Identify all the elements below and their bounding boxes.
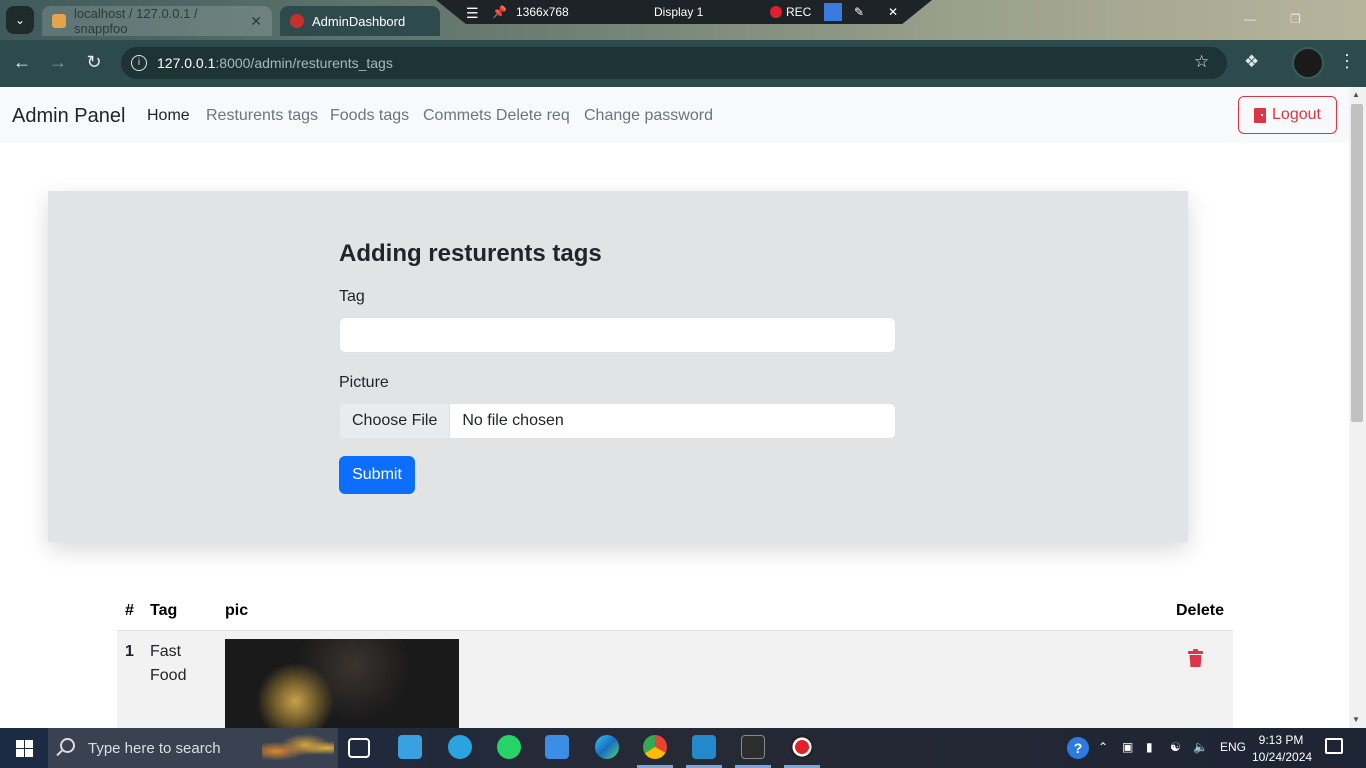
notifications-icon[interactable] [1325, 738, 1343, 754]
extensions-puzzle-icon[interactable]: ❖ [1244, 52, 1259, 72]
trash-icon[interactable] [1188, 649, 1203, 667]
record-button[interactable]: REC [770, 5, 811, 19]
logout-button[interactable]: Logout [1238, 96, 1337, 134]
logout-label: Logout [1272, 106, 1321, 123]
profile-avatar[interactable] [1292, 47, 1324, 79]
column-header-number: # [125, 602, 134, 619]
row-number: 1 [125, 643, 134, 660]
camera-icon[interactable] [824, 3, 842, 21]
table-header [117, 590, 1233, 631]
terminal-icon[interactable] [741, 735, 765, 759]
autumn-leaves-icon [262, 732, 334, 764]
close-icon[interactable]: ✕ [888, 5, 898, 19]
scrollbar-thumb[interactable] [1351, 104, 1363, 422]
add-tag-card [48, 191, 1188, 542]
windows-start-icon[interactable] [16, 740, 33, 757]
column-header-pic: pic [225, 602, 249, 619]
wifi-icon[interactable]: ☯ [1170, 740, 1181, 754]
site-info-icon[interactable]: i [131, 55, 147, 71]
choose-file-button[interactable]: Choose File [340, 404, 451, 438]
tab-admin-dashboard[interactable]: AdminDashbord [280, 6, 440, 36]
language-indicator[interactable]: ENG [1220, 740, 1246, 754]
pen-icon[interactable]: ✎ [854, 5, 864, 19]
pin-icon[interactable]: 📌 [492, 5, 507, 19]
nav-link-change-password[interactable]: Change password [584, 107, 713, 125]
navbar-brand[interactable]: Admin Panel [12, 105, 125, 128]
tab-search-button[interactable]: ⌄ [6, 6, 34, 34]
submit-button[interactable]: Submit [339, 456, 415, 494]
microsoft-store-icon[interactable] [545, 735, 569, 759]
whatsapp-icon[interactable] [497, 735, 521, 759]
chrome-icon[interactable] [643, 735, 667, 759]
picture-label: Picture [339, 374, 389, 391]
tab-label: AdminDashbord [312, 13, 406, 29]
file-manager-app-icon[interactable] [398, 735, 422, 759]
reload-icon[interactable]: ↻ [82, 52, 106, 73]
column-header-tag: Tag [150, 602, 178, 619]
door-exit-icon [1254, 107, 1267, 123]
vscode-icon[interactable] [692, 735, 716, 759]
search-icon [60, 738, 75, 753]
telegram-icon[interactable] [448, 735, 472, 759]
close-icon[interactable]: ✕ [250, 13, 262, 30]
menu-icon[interactable]: ☰ [466, 5, 479, 22]
more-options-icon[interactable]: ⋮ [1338, 51, 1356, 72]
minimize-icon[interactable]: — [1244, 12, 1256, 26]
help-icon[interactable]: ? [1067, 737, 1089, 759]
meet-now-icon[interactable]: ▣ [1122, 740, 1133, 754]
picture-file-input[interactable]: Choose File No file chosen [339, 403, 896, 439]
tag-input[interactable] [339, 317, 896, 353]
battery-icon[interactable]: ▮ [1146, 740, 1153, 754]
resolution-label: 1366x768 [516, 5, 569, 19]
screen-recorder-icon[interactable] [790, 735, 814, 759]
screen-recorder-toolbar: ☰ 📌 1366x768 Display 1 REC ✎ ✕ [436, 0, 932, 24]
laravel-favicon-icon [290, 14, 304, 28]
nav-link-home[interactable]: Home [147, 107, 190, 125]
phpmyadmin-favicon-icon [52, 14, 66, 28]
bookmark-star-icon[interactable]: ☆ [1194, 52, 1209, 72]
row-tag-line2: Food [150, 667, 187, 684]
scroll-up-arrow-icon[interactable]: ▲ [1352, 90, 1360, 99]
nav-link-resturents-tags[interactable]: Resturents tags [206, 107, 318, 125]
nav-link-foods-tags[interactable]: Foods tags [330, 107, 409, 125]
clock-date: 10/24/2024 [1252, 750, 1313, 764]
tab-label: localhost / 127.0.0.1 / snappfoo [74, 6, 198, 36]
clock-time: 9:13 PM [1258, 733, 1304, 747]
volume-icon[interactable]: 🔈 [1193, 740, 1208, 754]
taskbar-clock[interactable]: 9:13 PM 10/24/2024 [1252, 732, 1313, 766]
scroll-down-arrow-icon[interactable]: ▼ [1352, 715, 1360, 724]
url-text[interactable]: 127.0.0.1:8000/admin/resturents_tags [157, 55, 393, 71]
task-view-icon[interactable] [348, 738, 370, 758]
edge-browser-icon[interactable] [595, 735, 619, 759]
form-title: Adding resturents tags [339, 240, 602, 267]
column-header-delete: Delete [1176, 602, 1225, 619]
display-label[interactable]: Display 1 [654, 5, 703, 19]
chevron-up-icon[interactable]: ⌃ [1098, 740, 1108, 754]
nav-link-comments-delete-req[interactable]: Commets Delete req [423, 107, 570, 125]
tab-phpmyadmin[interactable]: localhost / 127.0.0.1 / snappfoo ✕ [42, 6, 272, 36]
file-status-text: No file chosen [462, 412, 564, 429]
tag-picture-thumbnail [225, 639, 459, 728]
row-tag-line1: Fast [150, 643, 182, 660]
forward-arrow-icon[interactable]: → [46, 52, 70, 73]
tag-label: Tag [339, 288, 365, 305]
back-arrow-icon[interactable]: ← [10, 52, 34, 73]
record-dot-icon [770, 6, 782, 18]
restore-icon[interactable]: ❐ [1290, 12, 1301, 26]
